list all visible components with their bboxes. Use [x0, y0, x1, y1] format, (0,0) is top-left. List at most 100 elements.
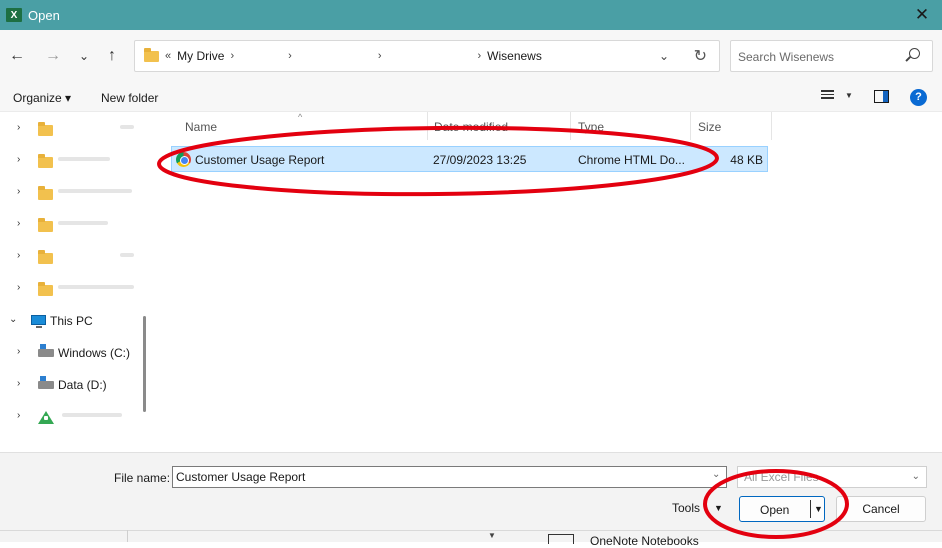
tree-item-data-drive[interactable]: › Data (D:) [0, 373, 140, 397]
column-divider[interactable] [570, 112, 571, 140]
redacted-label [58, 221, 108, 225]
tree-item-folder[interactable]: › [0, 245, 140, 269]
up-arrow-icon[interactable]: ↑ [102, 46, 122, 66]
back-arrow-icon[interactable]: ← [7, 46, 27, 66]
file-size: 48 KB [730, 153, 763, 167]
background-caret-icon: ▼ [488, 531, 496, 540]
folder-icon [38, 122, 53, 136]
file-name-dropdown-icon[interactable]: ⌄ [712, 469, 720, 480]
refresh-icon[interactable]: ↻ [694, 46, 707, 66]
redacted-label [58, 189, 132, 193]
tree-item-folder[interactable]: › [0, 117, 140, 141]
column-divider[interactable] [771, 112, 772, 140]
redacted-label [58, 285, 134, 289]
file-type: Chrome HTML Do... [578, 153, 685, 167]
chevron-right-icon[interactable]: › [17, 186, 20, 197]
column-header-name[interactable]: Name [185, 120, 217, 134]
chevron-right-icon[interactable]: › [17, 122, 20, 133]
folder-icon [38, 186, 53, 200]
drive-icon [38, 376, 54, 389]
redacted-label [120, 253, 134, 257]
chevron-right-icon[interactable]: › [17, 378, 20, 389]
search-input[interactable]: Search Wisenews [730, 40, 933, 72]
breadcrumb-wisenews[interactable]: Wisenews [487, 49, 542, 63]
tree-item-folder[interactable]: › [0, 277, 140, 301]
redacted-label [62, 413, 122, 417]
nav-pane-scrollbar[interactable] [143, 316, 146, 412]
tree-item-google-drive[interactable]: › [0, 405, 140, 429]
folder-icon [38, 282, 53, 296]
column-header-date-modified[interactable]: Date modified [434, 120, 508, 134]
windows-drive-icon [38, 344, 54, 357]
redacted-label [58, 157, 110, 161]
navigation-pane: › › › › › › ⌄ This PC › Windows (C:) › D… [0, 112, 150, 452]
chevron-right-icon[interactable]: › [17, 282, 20, 293]
folder-icon [38, 250, 53, 264]
file-name-label: File name: [114, 471, 171, 485]
tools-button[interactable]: Tools [672, 501, 700, 515]
breadcrumb-separator-icon[interactable]: › [477, 50, 481, 62]
column-header-type[interactable]: Type [578, 120, 604, 134]
title-bar: X Open ✕ [0, 0, 942, 30]
close-icon[interactable]: ✕ [912, 5, 932, 25]
breadcrumb-my-drive[interactable]: My Drive [177, 49, 224, 63]
command-bar: Organize ▾ New folder [0, 82, 942, 112]
cancel-button[interactable]: Cancel [836, 496, 926, 522]
file-date-modified: 27/09/2023 13:25 [433, 153, 527, 167]
tree-item-label: Windows (C:) [58, 346, 131, 360]
preview-pane-icon[interactable] [874, 90, 889, 103]
recent-locations-icon[interactable]: ⌄ [74, 46, 94, 66]
chevron-down-icon[interactable]: ⌄ [9, 314, 17, 325]
sort-ascending-icon: ^ [298, 112, 303, 122]
file-row[interactable]: Customer Usage Report 27/09/2023 13:25 C… [171, 146, 768, 172]
tree-item-this-pc[interactable]: ⌄ This PC [0, 309, 140, 333]
background-item-label: OneNote Notebooks [590, 534, 699, 548]
tree-item-label: This PC [50, 314, 93, 328]
open-file-dialog: X Open ✕ ← → ⌄ ↑ « My Drive › ​ › › › Wi… [0, 0, 942, 548]
file-name-input[interactable] [172, 466, 727, 488]
address-bar[interactable]: « My Drive › ​ › › › Wisenews ⌄ ↻ [134, 40, 720, 72]
forward-arrow-icon[interactable]: → [43, 46, 63, 66]
breadcrumb-separator-icon[interactable]: › [230, 50, 234, 62]
column-divider[interactable] [427, 112, 428, 140]
chrome-html-icon [176, 152, 191, 167]
background-folder-icon [548, 534, 574, 544]
overflow-icon[interactable]: « [165, 50, 171, 62]
chevron-right-icon[interactable]: › [17, 218, 20, 229]
open-options-dropdown-icon[interactable]: ▼ [814, 504, 823, 514]
folder-icon [144, 47, 159, 62]
background-divider [127, 530, 128, 542]
google-drive-icon [38, 411, 54, 424]
help-icon[interactable]: ? [910, 89, 927, 106]
tools-dropdown-icon[interactable]: ▼ [714, 503, 723, 513]
tree-item-folder[interactable]: › [0, 181, 140, 205]
file-name: Customer Usage Report [195, 153, 325, 167]
open-button-label: Open [760, 503, 790, 517]
breadcrumb-separator-icon[interactable]: › [288, 50, 292, 62]
tree-item-folder[interactable]: › [0, 213, 140, 237]
background-window-strip [0, 530, 942, 542]
column-header-size[interactable]: Size [698, 120, 721, 134]
search-placeholder: Search Wisenews [738, 50, 835, 64]
search-icon[interactable] [909, 48, 920, 59]
breadcrumb-separator-icon[interactable]: › [378, 50, 382, 62]
column-divider[interactable] [690, 112, 691, 140]
chevron-right-icon[interactable]: › [17, 410, 20, 421]
open-button[interactable]: Open ▼ [739, 496, 825, 522]
folder-icon [38, 154, 53, 168]
view-options-icon[interactable] [821, 90, 834, 102]
excel-icon: X [6, 8, 22, 22]
new-folder-button[interactable]: New folder [101, 91, 158, 105]
organize-button[interactable]: Organize ▾ [13, 91, 71, 105]
computer-icon [31, 315, 46, 328]
redacted-label [120, 125, 134, 129]
chevron-down-icon[interactable]: ⌄ [912, 471, 920, 482]
tree-item-folder[interactable]: › [0, 149, 140, 173]
tree-item-windows-drive[interactable]: › Windows (C:) [0, 341, 140, 365]
chevron-right-icon[interactable]: › [17, 250, 20, 261]
file-type-filter[interactable]: All Excel Files ⌄ [737, 466, 927, 488]
view-dropdown-icon[interactable]: ▼ [845, 91, 853, 100]
chevron-right-icon[interactable]: › [17, 154, 20, 165]
chevron-right-icon[interactable]: › [17, 346, 20, 357]
address-dropdown-icon[interactable]: ⌄ [659, 49, 669, 63]
